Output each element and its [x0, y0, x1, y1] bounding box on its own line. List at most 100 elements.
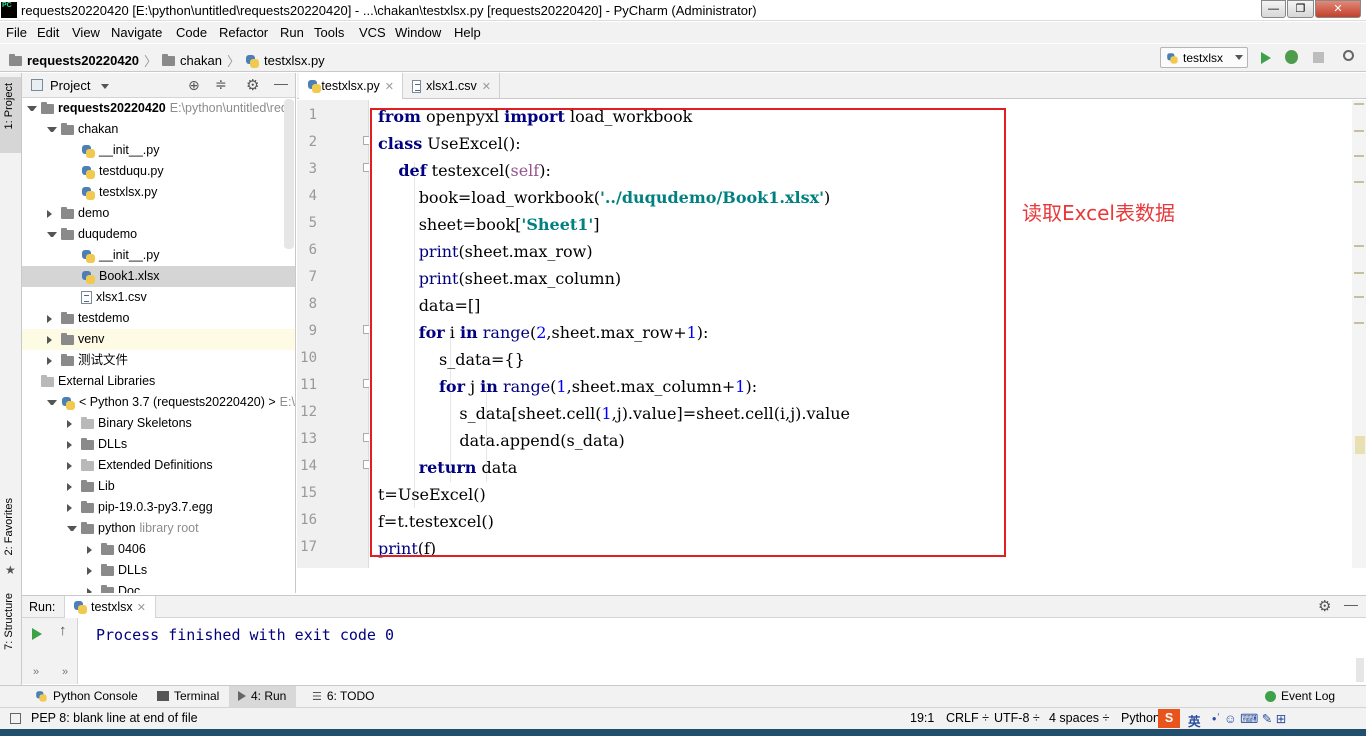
arrow-up-icon[interactable]: ↑ [59, 622, 67, 639]
tree-item[interactable]: Binary Skeletons [22, 413, 295, 434]
minimize-button[interactable]: — [1261, 0, 1286, 18]
output-scrollbar[interactable] [1356, 658, 1364, 682]
interpreter[interactable]: Python [1121, 711, 1160, 725]
menu-help[interactable]: Help [454, 25, 481, 40]
tree-item[interactable]: testduqu.py [22, 161, 295, 182]
chevron-right-icon[interactable] [87, 587, 97, 593]
more-icon[interactable]: » [62, 666, 68, 678]
file-encoding[interactable]: UTF-8 ÷ [994, 711, 1040, 725]
ime-mode[interactable]: 英 [1188, 711, 1201, 730]
chevron-right-icon[interactable] [47, 335, 57, 344]
tree-item[interactable]: testxlsx.py [22, 182, 295, 203]
tree-item[interactable]: pip-19.0.3-py3.7.egg [22, 497, 295, 518]
chevron-down-icon[interactable] [27, 106, 37, 111]
caret-position[interactable]: 19:1 [910, 711, 934, 725]
chevron-right-icon[interactable] [47, 356, 57, 365]
tab-testxlsx[interactable]: testxlsx.py ✕ [299, 73, 403, 99]
run-tool-tab[interactable]: 4: Run [238, 689, 286, 703]
menu-view[interactable]: View [72, 25, 100, 40]
hide-icon[interactable]: — [1344, 596, 1358, 612]
more-icon[interactable]: » [33, 666, 39, 678]
project-tool-tab[interactable]: 1: Project [3, 83, 15, 129]
terminal-tab[interactable]: Terminal [157, 689, 219, 703]
tree-item[interactable]: testdemo [22, 308, 295, 329]
chevron-right-icon[interactable] [67, 503, 77, 512]
menu-run[interactable]: Run [280, 25, 304, 40]
close-tab-icon[interactable]: ✕ [482, 80, 491, 93]
hide-icon[interactable]: — [274, 75, 288, 91]
tree-item[interactable]: < Python 3.7 (requests20220420) >E:\p [22, 392, 295, 413]
chevron-right-icon[interactable] [47, 314, 57, 323]
collapse-icon[interactable]: ≑ [215, 76, 227, 93]
tree-item[interactable]: requests20220420 E:\python\untitled\requ [22, 98, 295, 119]
chevron-down-icon[interactable] [47, 127, 57, 132]
run-tab[interactable]: testxlsx ✕ [64, 596, 156, 618]
tree-item[interactable]: External Libraries [22, 371, 295, 392]
tree-item[interactable]: xlsx1.csv [22, 287, 295, 308]
tree-item[interactable]: python library root [22, 518, 295, 539]
python-console-tab[interactable]: Python Console [34, 689, 138, 703]
menu-window[interactable]: Window [395, 25, 441, 40]
chevron-right-icon[interactable] [67, 482, 77, 491]
tree-item[interactable]: duqudemo [22, 224, 295, 245]
tab-xlsx1-csv[interactable]: xlsx1.csv ✕ [404, 73, 500, 99]
menu-edit[interactable]: Edit [37, 25, 59, 40]
menu-vcs[interactable]: VCS [359, 25, 386, 40]
line-separator[interactable]: CRLF ÷ [946, 711, 989, 725]
tree-item[interactable]: __init__.py [22, 140, 295, 161]
breadcrumb-project[interactable]: requests20220420 [27, 53, 139, 68]
tree-item[interactable]: 测试文件 [22, 350, 295, 371]
tree-item[interactable]: Extended Definitions [22, 455, 295, 476]
chevron-down-icon[interactable] [67, 526, 77, 531]
maximize-button[interactable]: ❐ [1287, 0, 1314, 18]
tree-item[interactable]: venv [22, 329, 295, 350]
run-output[interactable]: Process finished with exit code 0 [78, 618, 1366, 684]
tree-item[interactable]: 0406 [22, 539, 295, 560]
chevron-down-icon[interactable] [101, 84, 109, 89]
toggle-tool-windows-icon[interactable] [10, 713, 21, 724]
tree-item[interactable]: chakan [22, 119, 295, 140]
menu-file[interactable]: File [6, 25, 27, 40]
gear-icon[interactable]: ⚙ [246, 76, 259, 94]
rerun-icon[interactable] [32, 628, 42, 640]
tree-item[interactable]: Lib [22, 476, 295, 497]
debug-icon[interactable] [1285, 50, 1298, 64]
menu-refactor[interactable]: Refactor [219, 25, 268, 40]
menu-navigate[interactable]: Navigate [111, 25, 162, 40]
chevron-right-icon[interactable] [67, 440, 77, 449]
event-log-tab[interactable]: Event Log [1265, 689, 1335, 703]
chevron-right-icon[interactable] [47, 209, 57, 218]
close-tab-icon[interactable]: ✕ [137, 601, 146, 614]
gear-icon[interactable]: ⚙ [1318, 597, 1331, 615]
run-config-select[interactable]: testxlsx [1160, 47, 1248, 68]
warning-marker[interactable] [1355, 436, 1365, 454]
structure-tool-tab[interactable]: 7: Structure [3, 593, 15, 650]
chevron-right-icon[interactable] [67, 419, 77, 428]
tree-item[interactable]: __init__.py [22, 245, 295, 266]
tree-item[interactable]: DLLs [22, 434, 295, 455]
run-icon[interactable] [1261, 52, 1271, 64]
close-button[interactable]: ✕ [1315, 0, 1361, 18]
tree-scrollbar[interactable] [284, 99, 294, 249]
favorites-tool-tab[interactable]: 2: Favorites [3, 498, 15, 555]
chevron-down-icon[interactable] [47, 232, 57, 237]
chevron-right-icon[interactable] [67, 461, 77, 470]
close-tab-icon[interactable]: ✕ [385, 80, 394, 93]
indent-setting[interactable]: 4 spaces ÷ [1049, 711, 1109, 725]
search-icon[interactable] [1343, 50, 1354, 61]
breadcrumb-file[interactable]: testxlsx.py [264, 53, 325, 68]
chevron-down-icon[interactable] [47, 400, 57, 405]
editor-error-stripe[interactable] [1352, 100, 1366, 568]
ime-toolbar-icons[interactable]: •ʾ ☺ ⌨ ✎ ⊞ [1212, 711, 1286, 726]
chevron-right-icon[interactable] [87, 545, 97, 554]
breadcrumb-folder[interactable]: chakan [180, 53, 222, 68]
tree-item[interactable]: Doc [22, 581, 295, 593]
chevron-right-icon[interactable] [87, 566, 97, 575]
tree-item[interactable]: DLLs [22, 560, 295, 581]
project-view-title[interactable]: Project [50, 78, 90, 93]
tree-item[interactable]: Book1.xlsx [22, 266, 295, 287]
menu-tools[interactable]: Tools [314, 25, 344, 40]
menu-code[interactable]: Code [176, 25, 207, 40]
todo-tab[interactable]: ☰ 6: TODO [312, 689, 374, 703]
locate-icon[interactable]: ⊕ [188, 77, 200, 94]
